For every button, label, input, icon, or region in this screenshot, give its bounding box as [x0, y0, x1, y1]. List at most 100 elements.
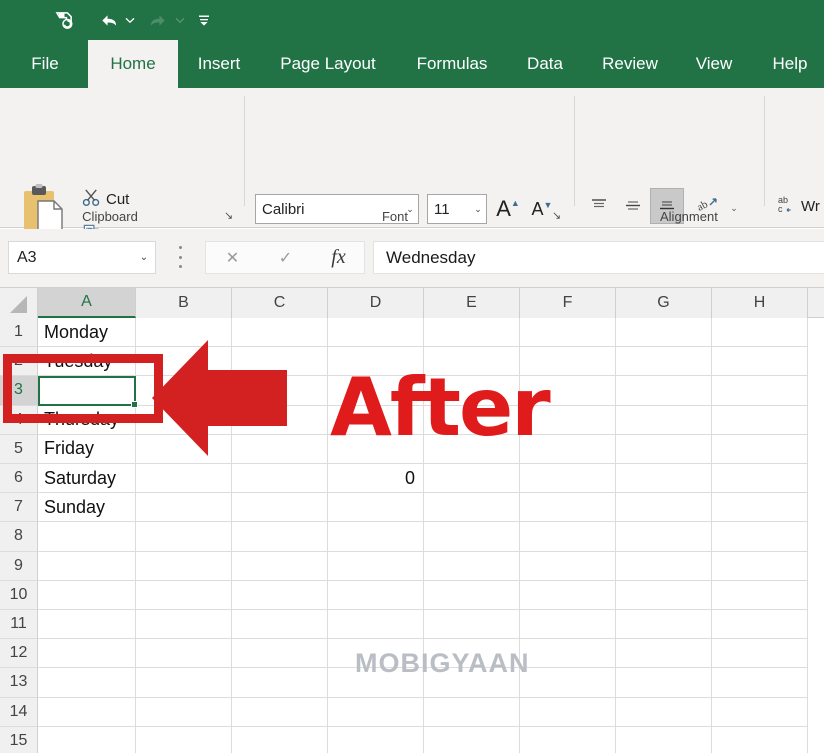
- cell-B7[interactable]: [136, 493, 232, 523]
- column-header-d[interactable]: D: [328, 288, 424, 318]
- row-header-1[interactable]: 1: [0, 318, 38, 348]
- cell-D8[interactable]: [328, 522, 424, 552]
- cell-H11[interactable]: [712, 610, 808, 640]
- cell-F14[interactable]: [520, 697, 616, 727]
- save-icon[interactable]: [52, 8, 76, 32]
- cell-H12[interactable]: [712, 639, 808, 669]
- cell-D11[interactable]: [328, 610, 424, 640]
- cell-C12[interactable]: [232, 639, 328, 669]
- cell-C8[interactable]: [232, 522, 328, 552]
- cell-F8[interactable]: [520, 522, 616, 552]
- enter-icon[interactable]: ✓: [259, 242, 312, 273]
- cell-D14[interactable]: [328, 697, 424, 727]
- cell-H4[interactable]: [712, 405, 808, 435]
- cell-B15[interactable]: [136, 726, 232, 753]
- cell-F15[interactable]: [520, 726, 616, 753]
- column-header-g[interactable]: G: [616, 288, 712, 318]
- cell-A14[interactable]: [38, 697, 136, 727]
- cell-G15[interactable]: [616, 726, 712, 753]
- cell-H7[interactable]: [712, 493, 808, 523]
- cell-A11[interactable]: [38, 610, 136, 640]
- increase-font-size-button[interactable]: A ▲: [494, 194, 522, 224]
- cell-C6[interactable]: [232, 464, 328, 494]
- tab-file[interactable]: File: [22, 40, 68, 88]
- cell-E6[interactable]: [424, 464, 520, 494]
- row-header-10[interactable]: 10: [0, 580, 38, 610]
- undo-dropdown-caret-icon[interactable]: [124, 14, 136, 26]
- insert-function-icon[interactable]: fx: [312, 242, 365, 273]
- cell-B12[interactable]: [136, 639, 232, 669]
- cell-E14[interactable]: [424, 697, 520, 727]
- column-header-e[interactable]: E: [424, 288, 520, 318]
- row-header-9[interactable]: 9: [0, 551, 38, 581]
- cell-H14[interactable]: [712, 697, 808, 727]
- cell-E11[interactable]: [424, 610, 520, 640]
- cell-B8[interactable]: [136, 522, 232, 552]
- cell-A15[interactable]: [38, 726, 136, 753]
- cell-D6[interactable]: 0: [328, 464, 424, 494]
- cell-G14[interactable]: [616, 697, 712, 727]
- row-header-15[interactable]: 15: [0, 726, 38, 753]
- tab-insert[interactable]: Insert: [188, 40, 250, 88]
- row-header-8[interactable]: 8: [0, 522, 38, 552]
- row-header-11[interactable]: 11: [0, 610, 38, 640]
- font-dialog-launcher[interactable]: ↘: [552, 209, 566, 223]
- cell-G4[interactable]: [616, 405, 712, 435]
- cell-D1[interactable]: [328, 318, 424, 348]
- cell-G11[interactable]: [616, 610, 712, 640]
- cell-C9[interactable]: [232, 551, 328, 581]
- redo-icon[interactable]: [146, 8, 170, 32]
- row-header-6[interactable]: 6: [0, 464, 38, 494]
- cell-C7[interactable]: [232, 493, 328, 523]
- cell-F13[interactable]: [520, 668, 616, 698]
- cell-E7[interactable]: [424, 493, 520, 523]
- cell-D15[interactable]: [328, 726, 424, 753]
- column-header-c[interactable]: C: [232, 288, 328, 318]
- cell-F10[interactable]: [520, 580, 616, 610]
- tab-page-layout[interactable]: Page Layout: [264, 40, 392, 88]
- tab-data[interactable]: Data: [516, 40, 574, 88]
- cell-C14[interactable]: [232, 697, 328, 727]
- cell-B9[interactable]: [136, 551, 232, 581]
- cell-H9[interactable]: [712, 551, 808, 581]
- row-header-13[interactable]: 13: [0, 668, 38, 698]
- cell-D10[interactable]: [328, 580, 424, 610]
- cell-G3[interactable]: [616, 376, 712, 406]
- tab-home[interactable]: Home: [88, 40, 178, 88]
- cell-E15[interactable]: [424, 726, 520, 753]
- cell-H15[interactable]: [712, 726, 808, 753]
- tab-formulas[interactable]: Formulas: [404, 40, 500, 88]
- customize-quick-access-toolbar-icon[interactable]: [192, 8, 216, 32]
- cell-G9[interactable]: [616, 551, 712, 581]
- cell-A12[interactable]: [38, 639, 136, 669]
- cell-G12[interactable]: [616, 639, 712, 669]
- row-header-5[interactable]: 5: [0, 434, 38, 464]
- tab-view[interactable]: View: [686, 40, 742, 88]
- cell-D9[interactable]: [328, 551, 424, 581]
- font-size-caret-icon[interactable]: ⌄: [470, 204, 486, 215]
- tab-review[interactable]: Review: [592, 40, 668, 88]
- column-header-f[interactable]: F: [520, 288, 616, 318]
- cell-D7[interactable]: [328, 493, 424, 523]
- name-box[interactable]: A3 ⌄: [8, 241, 156, 274]
- cell-G6[interactable]: [616, 464, 712, 494]
- align-middle-button[interactable]: [620, 194, 646, 220]
- cell-G7[interactable]: [616, 493, 712, 523]
- cell-C10[interactable]: [232, 580, 328, 610]
- cell-A13[interactable]: [38, 668, 136, 698]
- cell-A1[interactable]: Monday: [38, 318, 136, 348]
- cell-G5[interactable]: [616, 434, 712, 464]
- row-header-12[interactable]: 12: [0, 639, 38, 669]
- cell-A6[interactable]: Saturday: [38, 464, 136, 494]
- cell-C13[interactable]: [232, 668, 328, 698]
- cell-F1[interactable]: [520, 318, 616, 348]
- cell-H5[interactable]: [712, 434, 808, 464]
- cell-G1[interactable]: [616, 318, 712, 348]
- cell-B13[interactable]: [136, 668, 232, 698]
- cell-F12[interactable]: [520, 639, 616, 669]
- name-box-caret-icon[interactable]: ⌄: [133, 252, 155, 263]
- cell-B11[interactable]: [136, 610, 232, 640]
- cell-H10[interactable]: [712, 580, 808, 610]
- column-header-a[interactable]: A: [38, 288, 136, 318]
- cell-F9[interactable]: [520, 551, 616, 581]
